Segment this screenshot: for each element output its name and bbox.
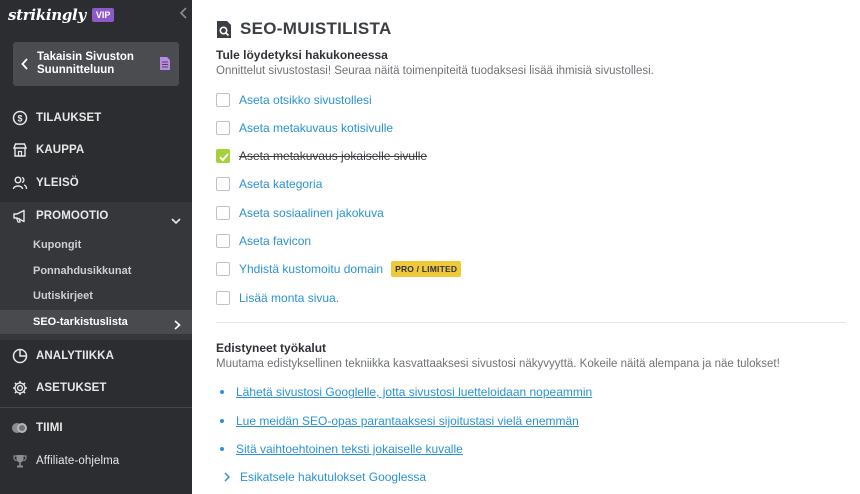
- team-icon: [11, 419, 29, 437]
- brand[interactable]: strikingly VIP: [8, 5, 115, 25]
- checkbox[interactable]: [216, 234, 230, 248]
- checkbox[interactable]: [216, 121, 230, 135]
- section-subtitle: Onnittelut sivustostasi! Seuraa näitä to…: [216, 65, 654, 77]
- checklist-item[interactable]: Aseta metakuvaus kotisivulle: [216, 119, 393, 137]
- bullet-icon: [220, 447, 224, 451]
- sidebar-item-analytiikka[interactable]: ANALYTIIKKA: [0, 342, 192, 370]
- sidebar-item-tilaukset[interactable]: $ TILAUKSET: [0, 104, 192, 132]
- section-heading: Tule löydetyksi hakukoneessa: [216, 48, 388, 62]
- checklist-link[interactable]: Aseta kategoria: [239, 177, 322, 191]
- seo-search-doc-icon: [216, 20, 232, 39]
- sidebar-item-label: YLEISÖ: [36, 177, 79, 189]
- section-divider: [216, 322, 846, 323]
- page-header: SEO-MUISTILISTA: [216, 19, 392, 39]
- checklist-item[interactable]: Lisää monta sivua.: [216, 289, 339, 307]
- sidebar-item-promootio[interactable]: PROMOOTIO: [0, 202, 192, 230]
- section-subtitle: Muutama edistyksellinen tekniikka kasvat…: [216, 358, 780, 370]
- checklist-item[interactable]: Aseta kategoria: [216, 175, 322, 193]
- tool-link-item[interactable]: Esikatsele hakutulokset Googlessa: [224, 470, 426, 484]
- checklist-link[interactable]: Aseta sosiaalinen jakokuva: [239, 206, 384, 220]
- checkbox[interactable]: [216, 177, 230, 191]
- sidebar-divider: [0, 407, 192, 408]
- preview-google-link[interactable]: Esikatsele hakutulokset Googlessa: [240, 470, 426, 484]
- store-icon: [11, 141, 29, 159]
- checkmark-icon: [219, 153, 229, 162]
- checkbox-checked[interactable]: [216, 149, 230, 163]
- pro-limited-badge: PRO / LIMITED: [391, 261, 462, 277]
- pie-chart-icon: [11, 347, 29, 365]
- sidebar-subitem-seo-tarkistuslista[interactable]: SEO-tarkistuslista: [0, 310, 192, 334]
- page-title: SEO-MUISTILISTA: [240, 19, 392, 38]
- tool-link-item[interactable]: Lähetä sivustosi Googlelle, jotta sivust…: [220, 385, 592, 399]
- sidebar-item-label: TIIMI: [36, 422, 63, 434]
- trophy-icon: [11, 452, 29, 470]
- tool-link-item[interactable]: Sitä vaihtoehtoinen teksti jokaiselle ku…: [220, 442, 463, 456]
- checklist-link[interactable]: Yhdistä kustomoitu domain: [239, 262, 383, 276]
- bullet-icon: [220, 390, 224, 394]
- sidebar-item-label: ASETUKSET: [36, 382, 107, 394]
- sidebar: strikingly VIP Takaisin Sivuston Suunnit…: [0, 0, 192, 494]
- checklist-link[interactable]: Aseta favicon: [239, 234, 311, 248]
- sidebar-subitem-label: SEO-tarkistuslista: [33, 316, 128, 328]
- checklist-item[interactable]: Aseta metakuvaus jokaiselle sivulle: [216, 147, 427, 165]
- collapse-sidebar-icon[interactable]: [178, 6, 190, 20]
- sidebar-subitem-kupongit[interactable]: Kupongit: [0, 233, 192, 257]
- dollar-circle-icon: $: [11, 109, 29, 127]
- bullet-icon: [220, 419, 224, 423]
- checklist-item[interactable]: Aseta sosiaalinen jakokuva: [216, 204, 384, 222]
- sidebar-item-asetukset[interactable]: ASETUKSET: [0, 374, 192, 402]
- chevron-right-icon: [224, 472, 230, 482]
- checklist-item[interactable]: Aseta favicon: [216, 232, 311, 250]
- sidebar-item-tiimi[interactable]: TIIMI: [0, 414, 192, 442]
- chevron-down-icon: [171, 212, 181, 230]
- checklist-link[interactable]: Lisää monta sivua.: [239, 291, 339, 305]
- section-heading: Edistyneet työkalut: [216, 341, 327, 355]
- gear-icon: [11, 379, 29, 397]
- checkbox[interactable]: [216, 291, 230, 305]
- main-content: SEO-MUISTILISTA Tule löydetyksi hakukone…: [192, 0, 860, 494]
- checklist-item[interactable]: Aseta otsikko sivustollesi: [216, 91, 372, 109]
- sidebar-item-kauppa[interactable]: KAUPPA: [0, 136, 192, 164]
- strikingly-logo: strikingly: [8, 6, 86, 24]
- sidebar-subitem-label: Uutiskirjeet: [33, 290, 93, 302]
- back-to-editor-button[interactable]: Takaisin Sivuston Suunnitteluun: [13, 42, 179, 86]
- tool-link[interactable]: Lähetä sivustosi Googlelle, jotta sivust…: [236, 385, 592, 399]
- sidebar-item-yleiso[interactable]: YLEISÖ: [0, 169, 192, 197]
- chevron-right-icon: [174, 317, 181, 335]
- chevron-left-icon: [21, 58, 31, 70]
- checklist-link[interactable]: Aseta otsikko sivustollesi: [239, 93, 372, 107]
- sidebar-item-label: TILAUKSET: [36, 112, 102, 124]
- checklist-link[interactable]: Aseta metakuvaus kotisivulle: [239, 121, 393, 135]
- tool-link[interactable]: Lue meidän SEO-opas parantaaksesi sijoit…: [236, 414, 579, 428]
- document-icon: [159, 56, 171, 71]
- tool-link-item[interactable]: Lue meidän SEO-opas parantaaksesi sijoit…: [220, 414, 579, 428]
- checklist-link-completed[interactable]: Aseta metakuvaus jokaiselle sivulle: [239, 149, 427, 163]
- megaphone-icon: [11, 207, 29, 225]
- checkbox[interactable]: [216, 206, 230, 220]
- svg-text:$: $: [17, 114, 22, 124]
- sidebar-item-affiliate[interactable]: Affiliate-ohjelma: [0, 447, 192, 475]
- sidebar-item-label: ANALYTIIKKA: [36, 350, 114, 362]
- tool-link[interactable]: Sitä vaihtoehtoinen teksti jokaiselle ku…: [236, 442, 463, 456]
- users-icon: [11, 174, 29, 192]
- sidebar-item-label: Affiliate-ohjelma: [36, 455, 120, 467]
- checklist-item[interactable]: Yhdistä kustomoitu domain PRO / LIMITED: [216, 260, 462, 278]
- vip-badge: VIP: [91, 8, 115, 22]
- checkbox[interactable]: [216, 262, 230, 276]
- promotion-section: PROMOOTIO Kupongit Ponnahdusikkunat Uuti…: [0, 202, 192, 340]
- back-button-label: Takaisin Sivuston Suunnitteluun: [37, 51, 134, 76]
- sidebar-item-label: KAUPPA: [36, 144, 85, 156]
- sidebar-subitem-label: Kupongit: [33, 239, 82, 251]
- sidebar-subitem-label: Ponnahdusikkunat: [33, 265, 132, 277]
- sidebar-subitem-ponnahdusikkunat[interactable]: Ponnahdusikkunat: [0, 259, 192, 283]
- checkbox[interactable]: [216, 93, 230, 107]
- sidebar-subitem-uutiskirjeet[interactable]: Uutiskirjeet: [0, 284, 192, 308]
- sidebar-item-label: PROMOOTIO: [36, 210, 109, 222]
